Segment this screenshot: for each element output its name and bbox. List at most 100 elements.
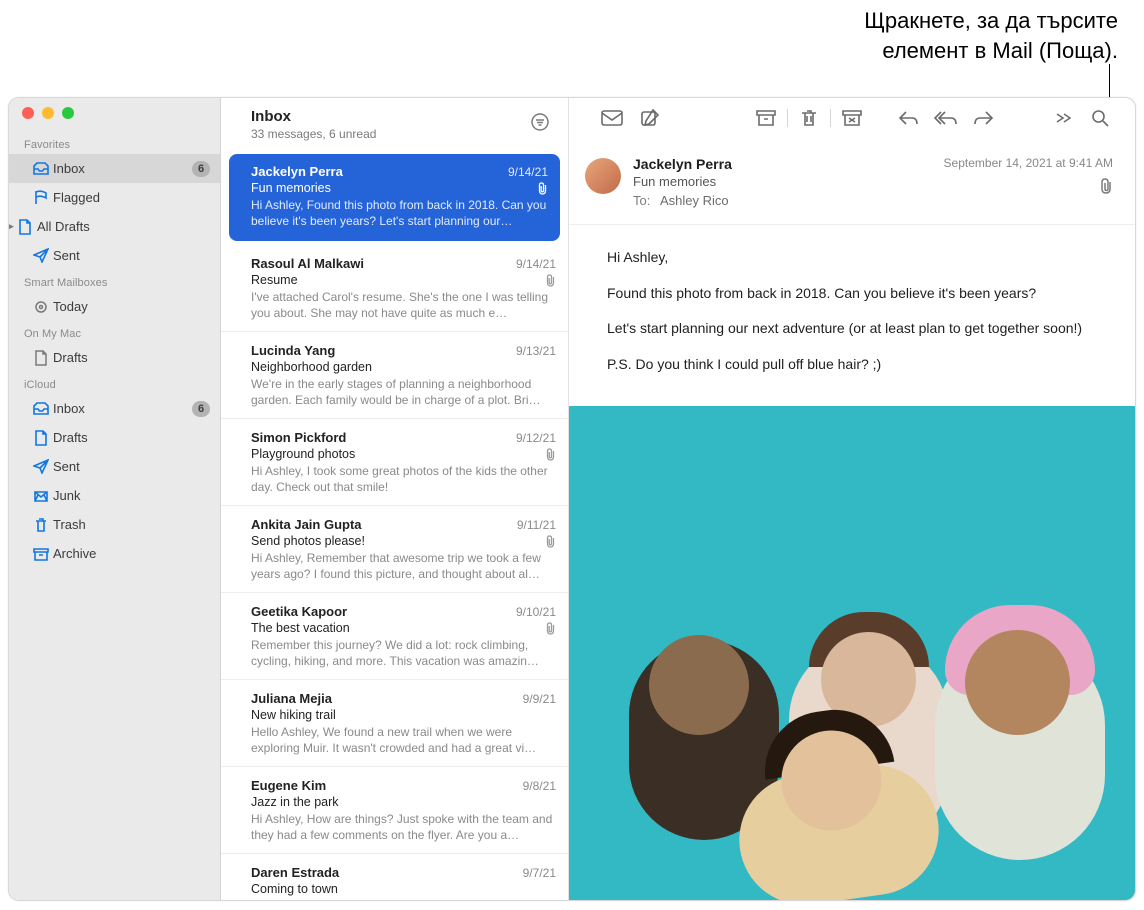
mail-window: Favorites Inbox 6 Flagged ▶ All Drafts S… [8, 97, 1136, 901]
document-icon [17, 219, 33, 235]
section-favorites: Favorites [9, 132, 220, 154]
callout-line2: елемент в Mail (Поща). [864, 36, 1118, 66]
subject: Neighborhood garden [251, 360, 372, 374]
attachment-icon[interactable] [944, 178, 1113, 197]
sender: Rasoul Al Malkawi [251, 256, 364, 271]
message-items: Jackelyn Perra9/14/21Fun memoriesHi Ashl… [221, 150, 568, 900]
sidebar-item-icloud-junk[interactable]: Junk [9, 481, 220, 510]
search-button[interactable] [1081, 104, 1119, 132]
sidebar: Favorites Inbox 6 Flagged ▶ All Drafts S… [9, 98, 221, 900]
reading-pane: Jackelyn Perra Fun memories To: Ashley R… [569, 98, 1135, 900]
message-row[interactable]: Rasoul Al Malkawi 9/14/21 Resume I've attac… [221, 245, 568, 332]
archive-icon [33, 546, 49, 562]
date: 9/11/21 [517, 518, 556, 532]
attachment-icon [545, 622, 556, 635]
message-row[interactable]: Daren Estrada9/7/21Coming to townHey, st… [221, 854, 568, 900]
message-row[interactable]: Geetika Kapoor9/10/21The best vacationRe… [221, 593, 568, 680]
document-icon [33, 430, 49, 446]
sender: Lucinda Yang [251, 343, 335, 358]
attachment-icon [537, 182, 548, 195]
sidebar-item-icloud-trash[interactable]: Trash [9, 510, 220, 539]
sidebar-item-label: Inbox [53, 401, 192, 416]
sender: Eugene Kim [251, 778, 326, 793]
close-button[interactable] [22, 107, 34, 119]
sidebar-item-inbox[interactable]: Inbox 6 [9, 154, 220, 183]
sender: Jackelyn Perra [251, 164, 343, 179]
sidebar-item-icloud-inbox[interactable]: Inbox 6 [9, 394, 220, 423]
message-list: Inbox 33 messages, 6 unread Jackelyn Per… [221, 98, 569, 900]
forward-button[interactable] [965, 104, 1003, 132]
date: 9/13/21 [516, 344, 556, 358]
sidebar-item-icloud-archive[interactable]: Archive [9, 539, 220, 568]
sender: Daren Estrada [251, 865, 339, 880]
reply-button[interactable] [889, 104, 927, 132]
date: 9/8/21 [523, 779, 556, 793]
junk-button[interactable] [833, 104, 871, 132]
sidebar-item-drafts-local[interactable]: Drafts [9, 343, 220, 372]
message-header: Jackelyn Perra Fun memories To: Ashley R… [569, 138, 1135, 225]
sidebar-item-flagged[interactable]: Flagged [9, 183, 220, 212]
archive-button[interactable] [747, 104, 785, 132]
sidebar-item-sent[interactable]: Sent [9, 241, 220, 270]
message-row[interactable]: Jackelyn Perra9/14/21Fun memoriesHi Ashl… [229, 154, 560, 241]
attachment-icon [545, 274, 556, 287]
message-row[interactable]: Simon Pickford9/12/21Playground photosHi… [221, 419, 568, 506]
zoom-button[interactable] [62, 107, 74, 119]
sidebar-item-label: Sent [53, 248, 210, 263]
filter-button[interactable] [530, 112, 550, 132]
disclosure-icon[interactable]: ▶ [8, 221, 14, 232]
body-paragraph: P.S. Do you think I could pull off blue … [607, 354, 1109, 376]
preview: Hi Ashley, How are things? Just spoke wi… [251, 811, 556, 843]
reply-all-button[interactable] [927, 104, 965, 132]
more-button[interactable] [1043, 104, 1081, 132]
date: 9/12/21 [516, 431, 556, 445]
paperplane-icon [33, 459, 49, 475]
sender: Simon Pickford [251, 430, 346, 445]
flag-icon [33, 190, 49, 206]
subject: Send photos please! [251, 534, 365, 548]
sidebar-item-label: Archive [53, 546, 210, 561]
attachment-icon [545, 448, 556, 461]
toggle-unread-button[interactable] [593, 104, 631, 132]
inbox-icon [33, 401, 49, 417]
subject: New hiking trail [251, 708, 336, 722]
delete-button[interactable] [790, 104, 828, 132]
received-date: September 14, 2021 at 9:41 AM [944, 156, 1113, 170]
preview: Hi Ashley, Remember that awesome trip we… [251, 550, 556, 582]
callout-annotation: Щракнете, за да търсите елемент в Mail (… [864, 6, 1118, 65]
message-row[interactable]: Eugene Kim 9/8/21 Jazz in the park Hi Ashle… [221, 767, 568, 854]
inbox-icon [33, 161, 49, 177]
message-row[interactable]: Ankita Jain Gupta9/11/21Send photos plea… [221, 506, 568, 593]
message-body: Hi Ashley, Found this photo from back in… [569, 225, 1135, 406]
preview: Hello Ashley, We found a new trail when … [251, 724, 556, 756]
preview: Remember this journey? We did a lot: roc… [251, 637, 556, 669]
callout-line1: Щракнете, за да търсите [864, 6, 1118, 36]
sidebar-item-label: Inbox [53, 161, 192, 176]
subject: Playground photos [251, 447, 355, 461]
list-title: Inbox [251, 108, 376, 127]
preview: I've attached Carol's resume. She's the … [251, 289, 556, 321]
sidebar-item-alldrafts[interactable]: ▶ All Drafts [9, 212, 220, 241]
list-header: Inbox 33 messages, 6 unread [221, 98, 568, 150]
section-onmymac: On My Mac [9, 321, 220, 343]
message-row[interactable]: Juliana Mejia9/9/21New hiking trailHello… [221, 680, 568, 767]
sidebar-item-icloud-drafts[interactable]: Drafts [9, 423, 220, 452]
document-icon [33, 350, 49, 366]
preview: Hi Ashley, Found this photo from back in… [251, 197, 548, 229]
subject: Fun memories [633, 174, 932, 189]
date: 9/14/21 [516, 257, 556, 271]
sidebar-item-label: Today [53, 299, 210, 314]
subject: Resume [251, 273, 298, 287]
from-name: Jackelyn Perra [633, 156, 932, 172]
sidebar-item-icloud-sent[interactable]: Sent [9, 452, 220, 481]
subject: Jazz in the park [251, 795, 339, 809]
junk-icon [33, 488, 49, 504]
to-value: Ashley Rico [660, 193, 729, 208]
compose-button[interactable] [631, 104, 669, 132]
message-row[interactable]: Lucinda Yang9/13/21Neighborhood gardenWe… [221, 332, 568, 419]
minimize-button[interactable] [42, 107, 54, 119]
attachment-icon [545, 535, 556, 548]
unread-badge: 6 [192, 401, 210, 417]
sidebar-item-today[interactable]: Today [9, 292, 220, 321]
sidebar-item-label: Flagged [53, 190, 210, 205]
